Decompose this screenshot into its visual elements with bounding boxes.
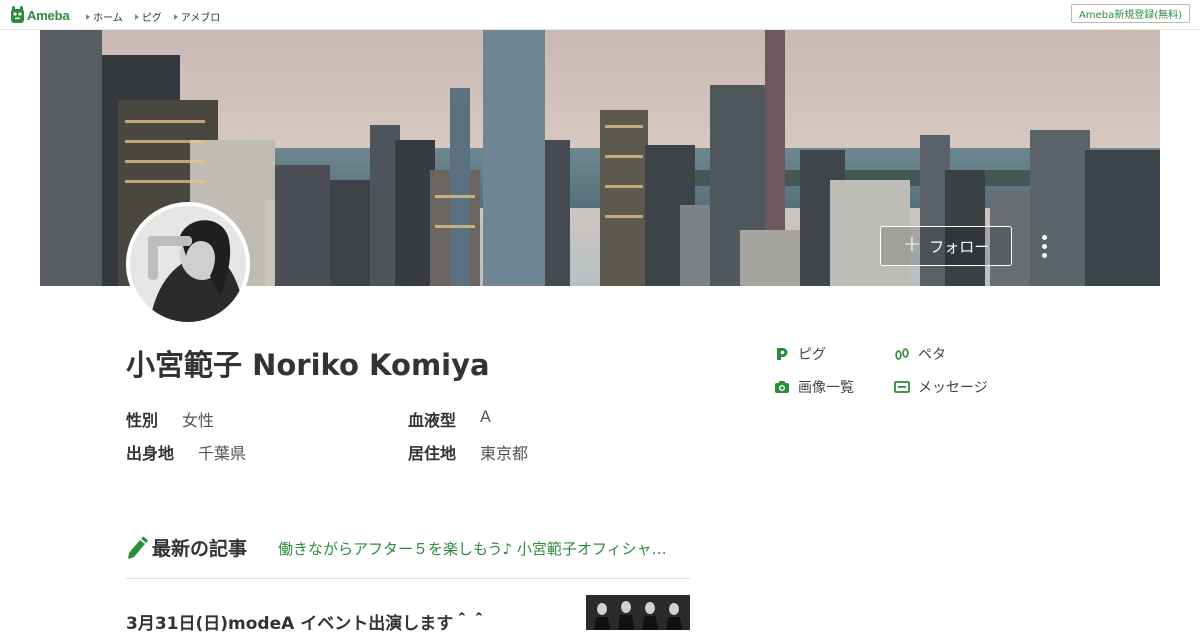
blood-type-label: 血液型 xyxy=(408,411,457,430)
nav-pigg[interactable]: ピグ xyxy=(134,9,162,24)
nav-ameblo-label: アメブロ xyxy=(180,13,221,24)
pigg-label: ピグ xyxy=(798,347,826,363)
latest-articles-heading: 最新の記事 xyxy=(126,534,247,561)
group-photo xyxy=(586,595,690,630)
triangle-right-icon xyxy=(134,13,139,20)
gender-label: 性別 xyxy=(126,411,159,430)
dot xyxy=(1041,252,1047,258)
blood-type-field: 血液型 A xyxy=(408,407,491,431)
global-header: Ameba ホーム ピグ アメブロ Ameba新規登録(無料) xyxy=(0,0,1200,30)
residence-field: 居住地 東京都 xyxy=(408,440,528,464)
birthplace-label: 出身地 xyxy=(126,444,175,463)
peta-link[interactable]: ペタ xyxy=(894,344,946,364)
footprints-icon xyxy=(895,348,909,360)
mail-icon xyxy=(894,381,910,393)
ameba-mascot-icon xyxy=(11,6,24,23)
image-list-link[interactable]: 画像一覧 xyxy=(774,377,854,397)
image-list-label: 画像一覧 xyxy=(798,380,854,396)
nav-home-label: ホーム xyxy=(93,13,123,24)
camera-icon xyxy=(775,381,789,393)
pencil-icon xyxy=(128,536,148,559)
blood-type-value: A xyxy=(480,407,491,426)
pigg-link[interactable]: ピグ xyxy=(774,344,826,364)
latest-articles-title: 最新の記事 xyxy=(152,538,248,560)
residence-label: 居住地 xyxy=(408,444,457,463)
message-label: メッセージ xyxy=(918,380,988,396)
residence-value: 東京都 xyxy=(480,444,529,463)
dot xyxy=(1041,243,1047,249)
birthplace-value: 千葉県 xyxy=(198,444,247,463)
logo-text: Ameba xyxy=(27,7,70,23)
nav-home[interactable]: ホーム xyxy=(86,9,123,24)
follow-label: フォロー xyxy=(929,237,990,256)
signup-button[interactable]: Ameba新規登録(無料) xyxy=(1070,4,1190,23)
profile-name: 小宮範子 Noriko Komiya xyxy=(126,348,490,382)
nav-ameblo[interactable]: アメブロ xyxy=(173,9,221,24)
gender-value: 女性 xyxy=(182,411,215,430)
birthplace-field: 出身地 千葉県 xyxy=(126,440,246,464)
blog-title-link[interactable]: 働きながらアフター５を楽しもう♪ 小宮範子オフィシャ… xyxy=(278,538,690,559)
gender-field: 性別 女性 xyxy=(126,407,214,431)
plus-icon: + xyxy=(902,232,922,257)
triangle-right-icon xyxy=(86,13,90,20)
top-nav: ホーム ピグ アメブロ xyxy=(86,9,220,24)
ameba-logo[interactable]: Ameba xyxy=(10,5,70,25)
pigg-icon xyxy=(777,348,788,360)
follow-button[interactable]: + フォロー xyxy=(880,226,1012,266)
nav-pigg-label: ピグ xyxy=(141,13,162,24)
dot xyxy=(1041,234,1047,240)
triangle-right-icon xyxy=(173,13,178,20)
message-link[interactable]: メッセージ xyxy=(894,377,988,397)
entry-thumbnail[interactable] xyxy=(586,595,690,630)
entry-title-link[interactable]: 3月31日(日)modeA イベント出演します＾＾ xyxy=(126,609,487,634)
more-options-button[interactable] xyxy=(1034,232,1054,260)
avatar-photo xyxy=(130,206,246,322)
divider xyxy=(126,578,690,579)
profile-avatar[interactable] xyxy=(126,202,250,326)
peta-label: ペタ xyxy=(918,347,946,363)
